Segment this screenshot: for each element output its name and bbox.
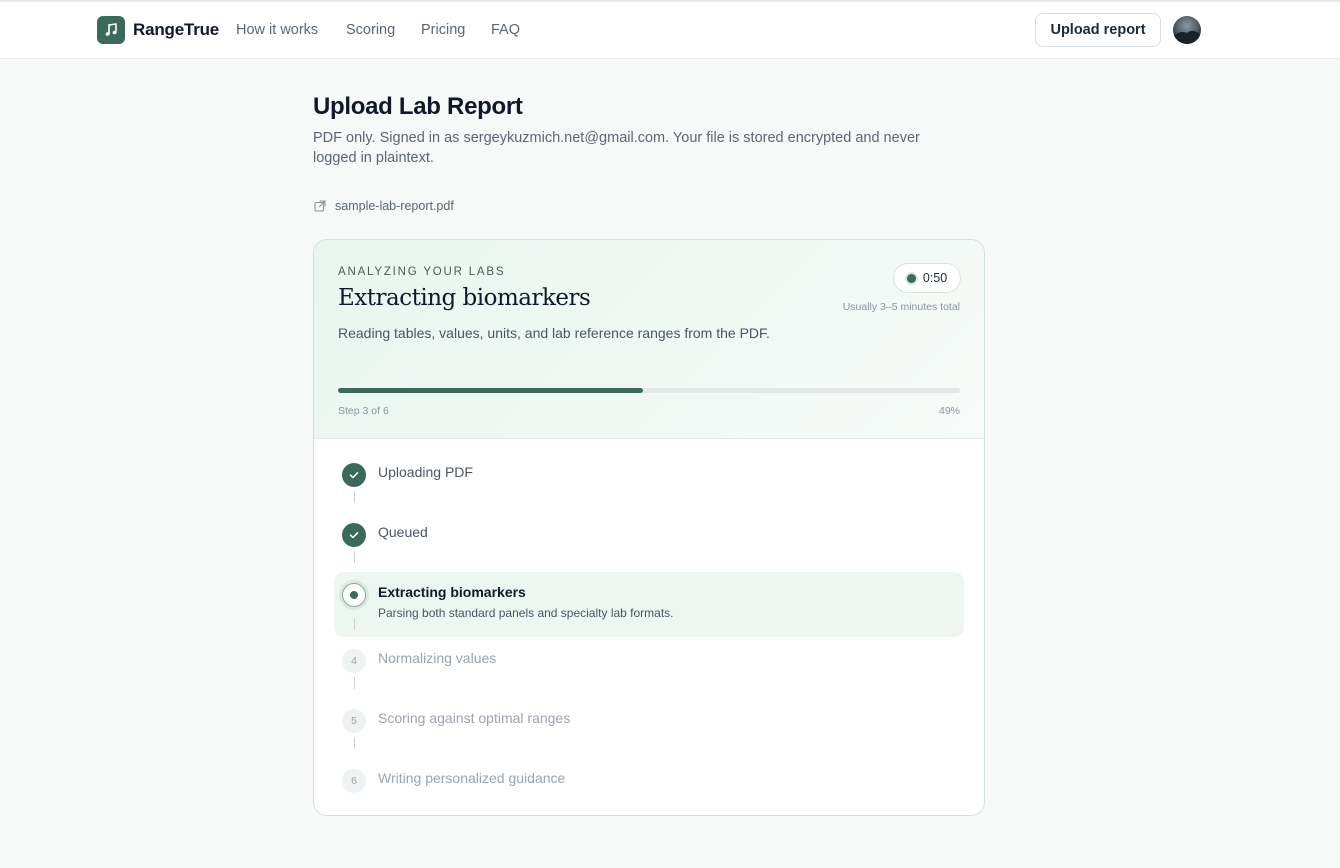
- analysis-header: ANALYZING YOUR LABS Extracting biomarker…: [314, 240, 984, 439]
- page-title: Upload Lab Report: [313, 93, 523, 120]
- music-note-icon: [105, 23, 117, 36]
- step-label: Uploading PDF: [378, 464, 473, 480]
- step-connector: [354, 677, 355, 689]
- elapsed-timer: 0:50: [893, 263, 961, 293]
- active-step-icon: [342, 583, 366, 607]
- check-icon: [342, 463, 366, 487]
- step-label: Scoring against optimal ranges: [378, 710, 571, 726]
- avatar[interactable]: [1173, 16, 1201, 44]
- nav-link-scoring[interactable]: Scoring: [346, 22, 395, 38]
- logo-icon[interactable]: [97, 16, 125, 44]
- timer-value: 0:50: [922, 271, 948, 285]
- step-connector: [354, 551, 355, 563]
- file-link[interactable]: sample-lab-report.pdf: [313, 199, 454, 213]
- step-number: 6: [342, 769, 366, 793]
- step-label: Extracting biomarkers: [378, 584, 526, 600]
- file-name[interactable]: sample-lab-report.pdf: [335, 199, 454, 213]
- status-title: Extracting biomarkers: [338, 285, 591, 311]
- progress-bar: [338, 388, 960, 393]
- step-connector: [354, 618, 355, 630]
- timer-note: Usually 3–5 minutes total: [842, 301, 960, 313]
- avatar-image: [1173, 30, 1201, 44]
- analysis-card: ANALYZING YOUR LABS Extracting biomarker…: [313, 239, 985, 816]
- step-number: 5: [342, 709, 366, 733]
- nav-link-how-it-works[interactable]: How it works: [236, 22, 318, 38]
- step-label: Queued: [378, 524, 428, 540]
- progress-fill: [338, 388, 643, 393]
- step-connector: [354, 737, 355, 749]
- status-description: Reading tables, values, units, and lab r…: [338, 325, 770, 341]
- step-counter: Step 3 of 6: [338, 405, 389, 417]
- nav-link-pricing[interactable]: Pricing: [421, 22, 465, 38]
- upload-report-button[interactable]: Upload report: [1035, 13, 1161, 47]
- step-detail: Parsing both standard panels and special…: [378, 606, 674, 620]
- external-link-icon: [314, 200, 326, 212]
- step-label: Writing personalized guidance: [378, 770, 566, 786]
- step-number: 4: [342, 649, 366, 673]
- status-eyebrow: ANALYZING YOUR LABS: [338, 266, 506, 278]
- progress-percent: 49%: [938, 405, 960, 417]
- step-connector: [354, 491, 355, 503]
- page-subtitle: PDF only. Signed in as sergeykuzmich.net…: [313, 130, 920, 166]
- active-dot: [350, 591, 358, 599]
- step-label: Normalizing values: [378, 650, 497, 666]
- check-icon: [342, 523, 366, 547]
- brand-name[interactable]: RangeTrue: [133, 20, 219, 40]
- active-step-highlight: [334, 572, 964, 637]
- top-nav: RangeTrue How it works Scoring Pricing F…: [0, 2, 1340, 59]
- nav-link-faq[interactable]: FAQ: [491, 22, 520, 38]
- timer-dot-icon: [906, 273, 916, 283]
